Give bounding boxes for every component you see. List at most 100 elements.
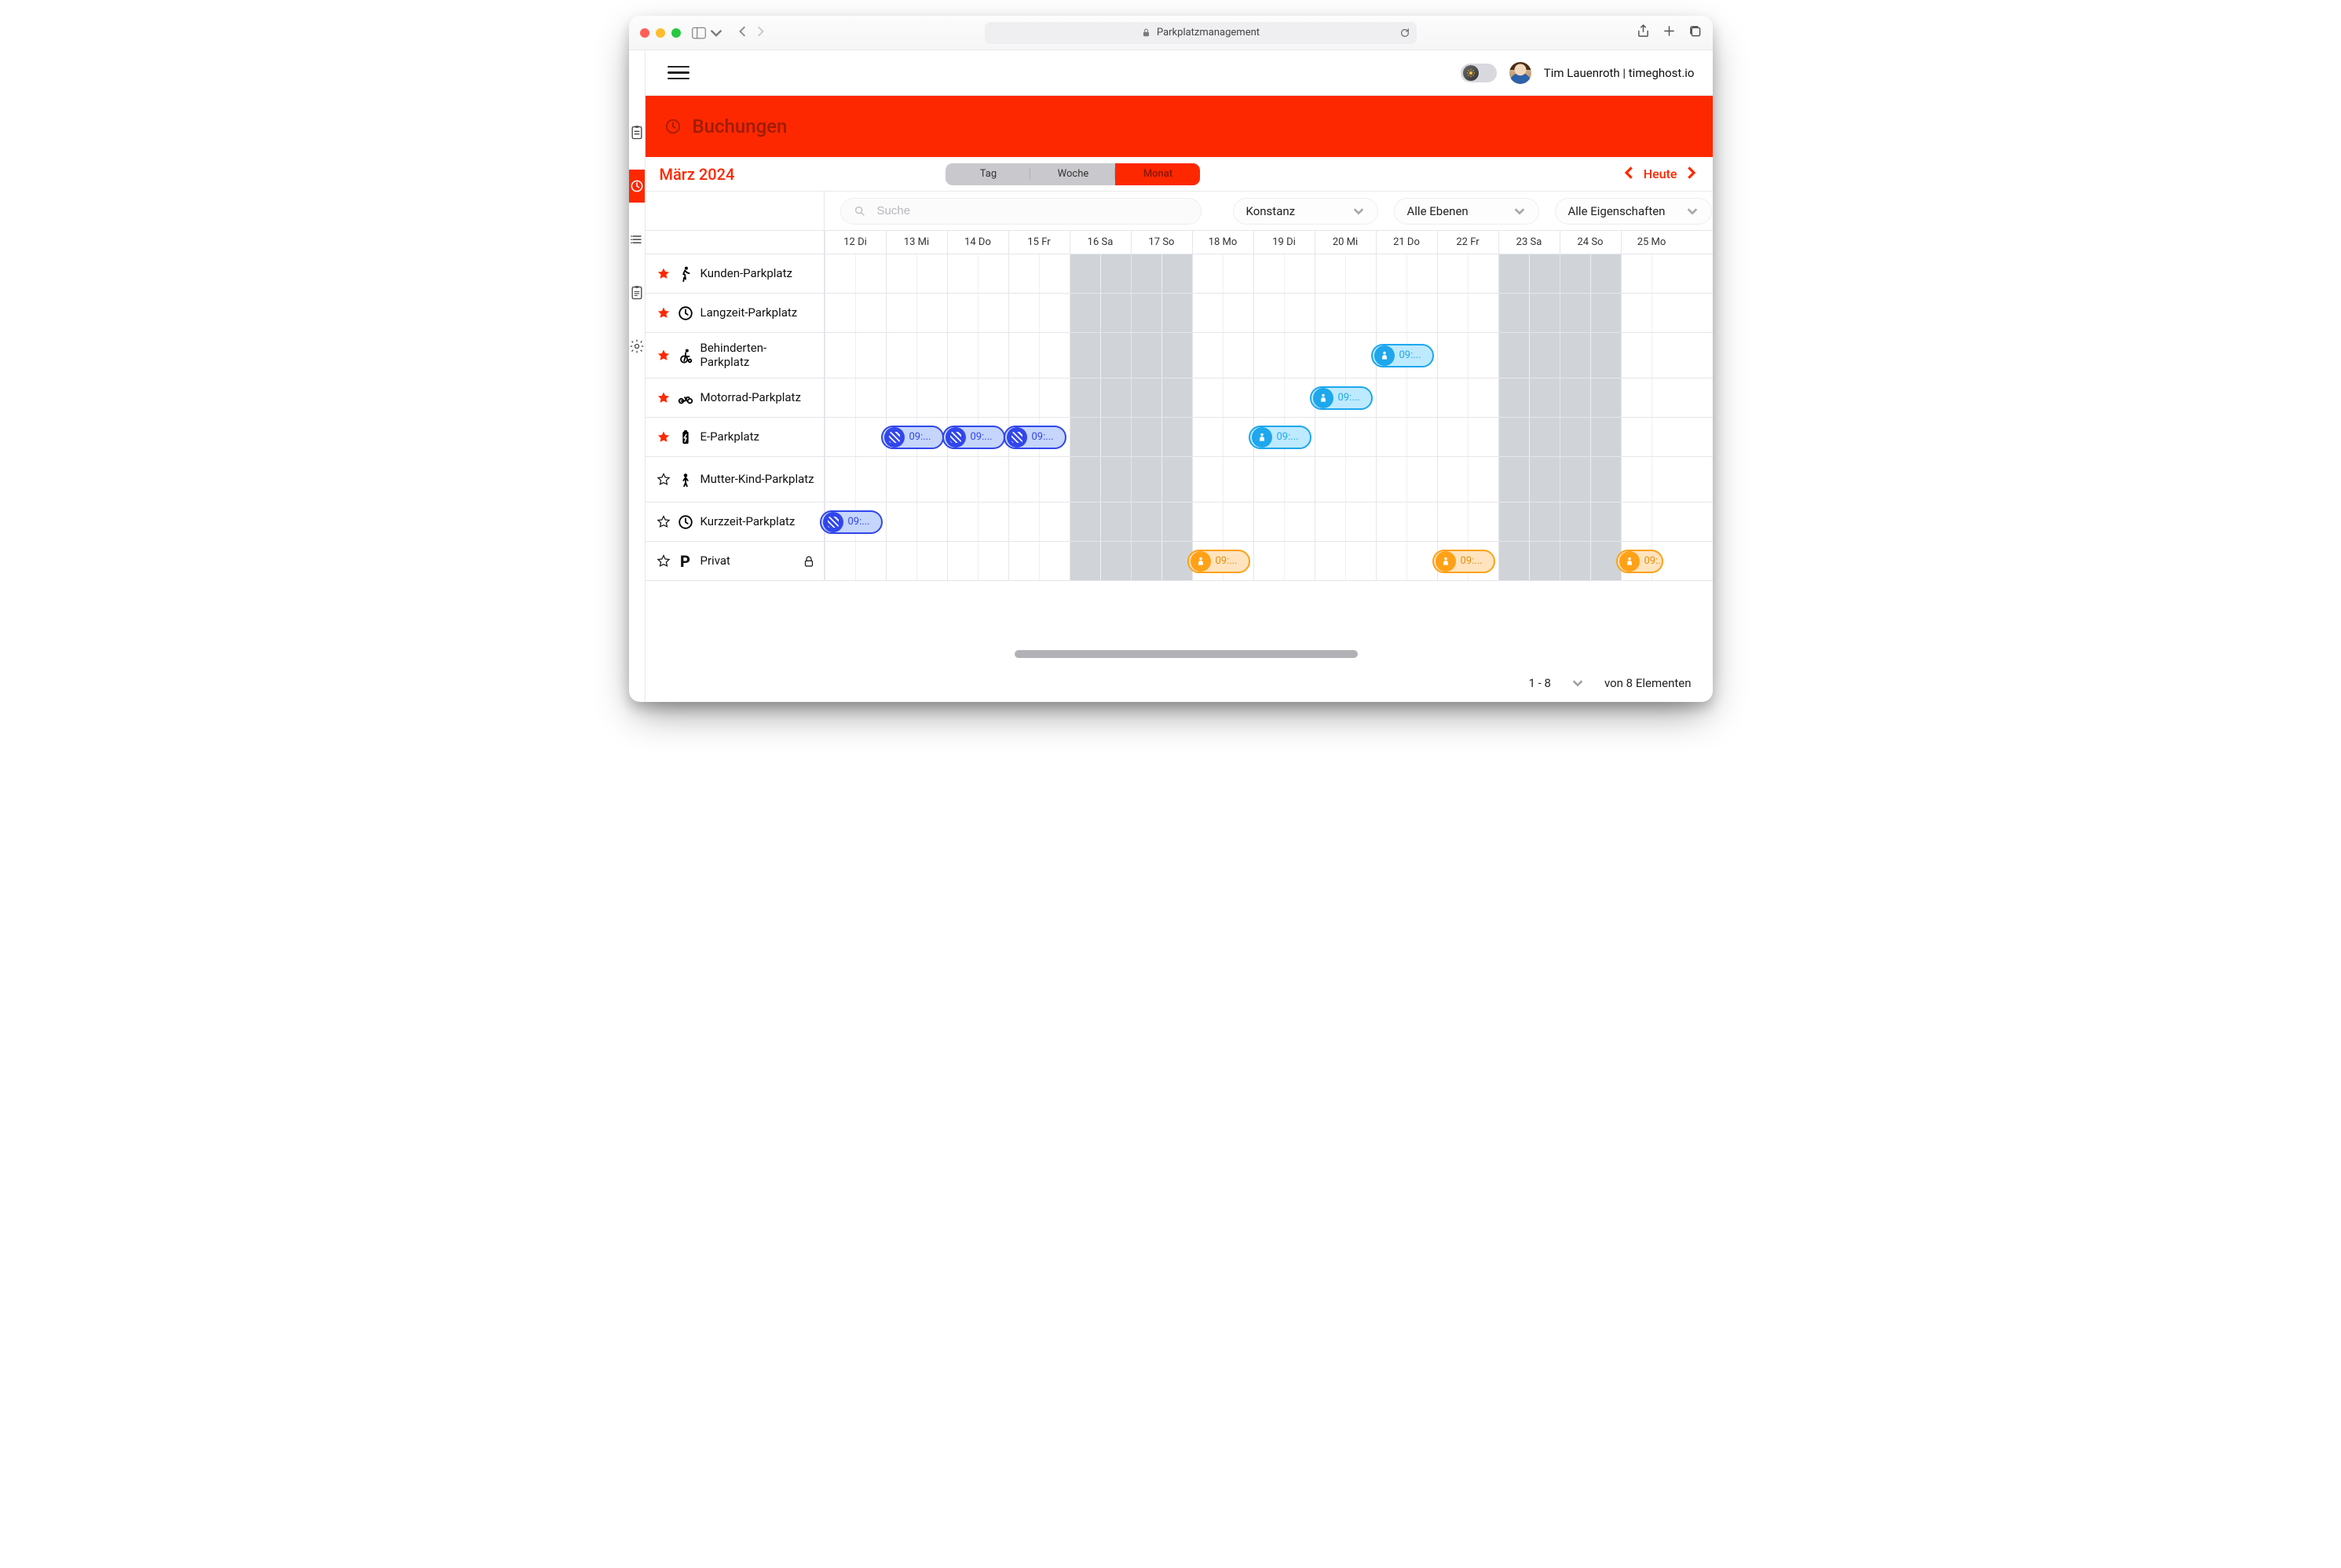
reload-icon[interactable] bbox=[1399, 27, 1410, 38]
calendar-cell[interactable] bbox=[1498, 457, 1560, 502]
window-traffic-lights[interactable] bbox=[640, 28, 681, 38]
next-period-button[interactable] bbox=[1684, 166, 1697, 182]
calendar-cell[interactable] bbox=[1131, 294, 1192, 332]
calendar-cell[interactable] bbox=[886, 457, 947, 502]
calendar-cell[interactable] bbox=[1253, 378, 1315, 417]
calendar-cell[interactable] bbox=[886, 503, 947, 541]
booking-pill[interactable]: 09:... bbox=[1249, 426, 1311, 449]
calendar-cell[interactable] bbox=[1315, 333, 1376, 378]
calendar-cell[interactable] bbox=[1008, 503, 1070, 541]
calendar-cell[interactable] bbox=[1253, 254, 1315, 293]
booking-pill[interactable]: 09:... bbox=[1004, 426, 1066, 449]
calendar-cell[interactable] bbox=[1621, 294, 1682, 332]
calendar-cell[interactable] bbox=[1376, 503, 1437, 541]
tabs-icon[interactable] bbox=[1688, 24, 1702, 41]
star-filled-icon[interactable] bbox=[657, 430, 671, 444]
calendar-cell[interactable] bbox=[947, 333, 1008, 378]
resource-label[interactable]: Behinderten-Parkplatz bbox=[646, 333, 825, 378]
rail-item-clipboard[interactable] bbox=[629, 276, 645, 309]
calendar-cell[interactable] bbox=[1253, 333, 1315, 378]
calendar-cell[interactable] bbox=[1192, 254, 1253, 293]
star-filled-icon[interactable] bbox=[657, 391, 671, 405]
calendar-cell[interactable] bbox=[1192, 294, 1253, 332]
calendar-cell[interactable] bbox=[1376, 542, 1437, 580]
calendar-cell[interactable] bbox=[1376, 378, 1437, 417]
resource-label[interactable]: Kurzzeit-Parkplatz bbox=[646, 503, 825, 541]
star-filled-icon[interactable] bbox=[657, 306, 671, 320]
calendar-cell[interactable] bbox=[1498, 418, 1560, 456]
calendar-cell[interactable] bbox=[1070, 503, 1131, 541]
calendar-cell[interactable] bbox=[1437, 254, 1498, 293]
resource-label[interactable]: E-Parkplatz bbox=[646, 418, 825, 456]
calendar-cell[interactable] bbox=[1560, 333, 1621, 378]
calendar-cell[interactable] bbox=[1498, 542, 1560, 580]
calendar-cell[interactable] bbox=[947, 542, 1008, 580]
calendar-cell[interactable] bbox=[1621, 503, 1682, 541]
calendar-cell[interactable] bbox=[1315, 542, 1376, 580]
calendar-cell[interactable] bbox=[825, 418, 886, 456]
calendar-cell[interactable] bbox=[1192, 503, 1253, 541]
calendar-cell[interactable] bbox=[1070, 333, 1131, 378]
calendar-cell[interactable] bbox=[1131, 418, 1192, 456]
calendar-cell[interactable] bbox=[1376, 294, 1437, 332]
calendar-cell[interactable] bbox=[1437, 378, 1498, 417]
pager-range[interactable]: 1 - 8 bbox=[1529, 676, 1551, 690]
calendar-cell[interactable] bbox=[1498, 503, 1560, 541]
new-tab-icon[interactable] bbox=[1662, 24, 1676, 41]
resource-label[interactable]: Kunden-Parkplatz bbox=[646, 254, 825, 293]
filter-location[interactable]: Konstanz bbox=[1233, 198, 1378, 225]
calendar-cell[interactable] bbox=[1253, 294, 1315, 332]
browser-back-button[interactable] bbox=[737, 25, 748, 40]
calendar-cell[interactable] bbox=[1008, 294, 1070, 332]
calendar-cell[interactable] bbox=[1437, 418, 1498, 456]
today-button[interactable]: Heute bbox=[1644, 166, 1677, 181]
calendar-cell[interactable] bbox=[886, 542, 947, 580]
calendar-cell[interactable] bbox=[1192, 378, 1253, 417]
rail-item-list[interactable] bbox=[629, 223, 645, 256]
star-outline-icon[interactable] bbox=[657, 554, 671, 568]
calendar-cell[interactable] bbox=[1621, 378, 1682, 417]
calendar-cell[interactable] bbox=[1253, 457, 1315, 502]
view-tab-day[interactable]: Tag bbox=[946, 163, 1030, 185]
menu-button[interactable] bbox=[668, 62, 689, 84]
view-tab-week[interactable]: Woche bbox=[1030, 163, 1115, 185]
calendar-cell[interactable] bbox=[1315, 294, 1376, 332]
calendar-cell[interactable] bbox=[886, 294, 947, 332]
star-filled-icon[interactable] bbox=[657, 349, 671, 363]
booking-pill[interactable]: 09:... bbox=[881, 426, 944, 449]
chevron-down-icon[interactable] bbox=[1571, 677, 1584, 689]
share-icon[interactable] bbox=[1637, 24, 1650, 41]
calendar-cell[interactable] bbox=[825, 254, 886, 293]
search-input[interactable] bbox=[877, 204, 1188, 217]
calendar-cell[interactable] bbox=[1498, 294, 1560, 332]
calendar-cell[interactable] bbox=[1498, 333, 1560, 378]
calendar-cell[interactable] bbox=[825, 378, 886, 417]
rail-item-tasks[interactable] bbox=[629, 116, 645, 149]
calendar-cell[interactable] bbox=[1560, 294, 1621, 332]
calendar-cell[interactable] bbox=[1560, 418, 1621, 456]
calendar-cell[interactable] bbox=[1070, 418, 1131, 456]
resource-label[interactable]: Mutter-Kind-Parkplatz bbox=[646, 457, 825, 502]
calendar-cell[interactable] bbox=[1621, 418, 1682, 456]
calendar-cell[interactable] bbox=[1621, 254, 1682, 293]
browser-sidebar-toggle[interactable] bbox=[692, 27, 723, 39]
filter-props[interactable]: Alle Eigenschaften bbox=[1555, 198, 1712, 225]
calendar-cell[interactable] bbox=[1253, 503, 1315, 541]
calendar-cell[interactable] bbox=[1131, 503, 1192, 541]
calendar-cell[interactable] bbox=[1315, 457, 1376, 502]
search-input-container[interactable] bbox=[840, 198, 1202, 225]
booking-pill[interactable]: 09:... bbox=[1187, 550, 1250, 573]
calendar-cell[interactable] bbox=[1192, 457, 1253, 502]
calendar-cell[interactable] bbox=[825, 542, 886, 580]
calendar-cell[interactable] bbox=[1070, 254, 1131, 293]
theme-toggle[interactable] bbox=[1461, 64, 1497, 82]
calendar-cell[interactable] bbox=[1131, 254, 1192, 293]
browser-address-bar[interactable]: Parkplatzmanagement bbox=[985, 22, 1417, 44]
calendar-cell[interactable] bbox=[1621, 457, 1682, 502]
calendar-cell[interactable] bbox=[825, 333, 886, 378]
calendar-cell[interactable] bbox=[1070, 378, 1131, 417]
calendar-cell[interactable] bbox=[1437, 333, 1498, 378]
booking-pill[interactable]: 09:... bbox=[820, 510, 883, 534]
calendar-cell[interactable] bbox=[1192, 333, 1253, 378]
calendar-cell[interactable] bbox=[1131, 542, 1192, 580]
